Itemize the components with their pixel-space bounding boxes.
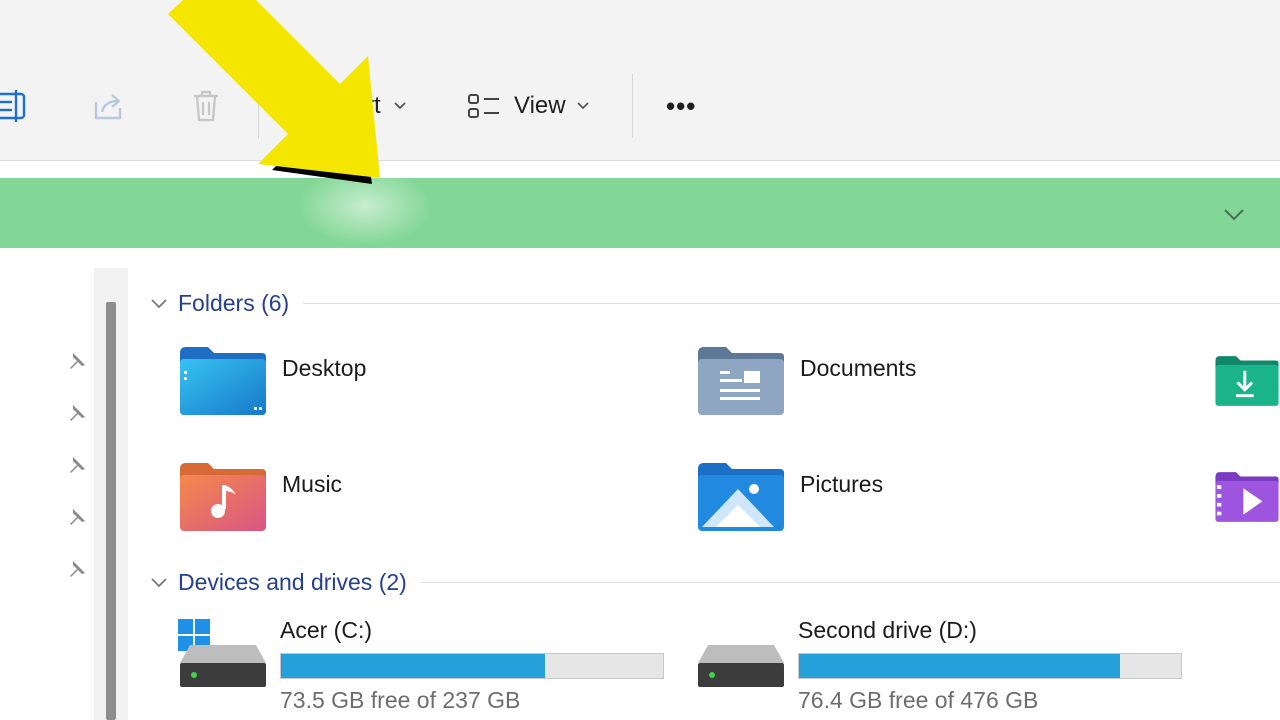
section-divider [420, 581, 1280, 583]
toolbar-separator [632, 74, 633, 138]
drive-item-c[interactable]: Acer (C:) 73.5 GB free of 237 GB [178, 617, 698, 717]
folder-item-desktop[interactable]: Desktop [178, 345, 366, 417]
pictures-folder-icon [698, 463, 784, 531]
folder-item-videos[interactable] [1214, 461, 1280, 533]
chevron-down-icon [151, 299, 167, 309]
drive-icon [698, 645, 784, 687]
folder-label: Pictures [800, 471, 884, 497]
share-icon[interactable] [90, 86, 126, 126]
view-icon [468, 94, 499, 118]
navigation-pane [0, 268, 128, 720]
folders-section-header[interactable]: Folders (6) [148, 283, 1280, 323]
folder-label: Documents [800, 355, 917, 381]
chevron-down-icon [576, 102, 589, 110]
folder-label: Music [282, 471, 343, 497]
folder-item-documents[interactable]: Documents [696, 345, 916, 417]
drive-free-space: 73.5 GB free of 237 GB [280, 687, 521, 713]
drive-label: Second drive (D:) [798, 617, 977, 643]
videos-folder-icon [1215, 472, 1279, 522]
drive-usage-bar [280, 653, 664, 679]
rename-icon[interactable] [0, 86, 30, 126]
downloads-folder-icon [1215, 356, 1279, 406]
folders-section-title: Folders (6) [178, 289, 290, 316]
windows-drive-icon [178, 619, 266, 687]
drive-usage-bar [798, 653, 1182, 679]
drive-usage-fill [799, 654, 1120, 678]
pin-icon[interactable] [64, 558, 88, 582]
nav-scrollbar-thumb[interactable] [106, 302, 116, 720]
view-label: View [514, 92, 566, 119]
more-options-button[interactable]: ••• [666, 84, 696, 128]
drives-section-header[interactable]: Devices and drives (2) [148, 562, 1280, 602]
pin-icon[interactable] [64, 402, 88, 426]
view-button[interactable]: View [466, 84, 590, 128]
folder-label: Desktop [282, 355, 367, 381]
drive-free-space: 76.4 GB free of 476 GB [798, 687, 1039, 713]
folder-item-downloads[interactable] [1214, 345, 1280, 417]
folder-item-pictures[interactable]: Pictures [696, 461, 883, 533]
drive-item-d[interactable]: Second drive (D:) 76.4 GB free of 476 GB [696, 617, 1216, 717]
annotation-arrow-icon [168, 0, 380, 184]
pin-icon[interactable] [64, 454, 88, 478]
pin-icon[interactable] [64, 506, 88, 530]
drive-usage-fill [281, 654, 545, 678]
section-divider [303, 302, 1280, 304]
documents-folder-icon [698, 347, 784, 415]
drive-label: Acer (C:) [280, 617, 372, 643]
more-options-label: ••• [666, 90, 697, 121]
desktop-folder-icon [180, 347, 266, 415]
drives-section-title: Devices and drives (2) [178, 568, 407, 595]
chevron-down-icon [151, 578, 167, 588]
folder-item-music[interactable]: Music [178, 461, 342, 533]
music-folder-icon [180, 463, 266, 531]
pin-icon[interactable] [64, 350, 88, 374]
chevron-down-icon[interactable] [1220, 200, 1248, 228]
